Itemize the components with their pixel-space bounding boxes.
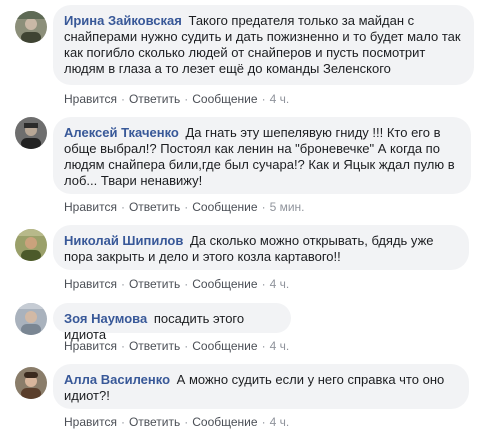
comment-author[interactable]: Зоя Наумова	[64, 311, 147, 326]
avatar[interactable]	[15, 303, 47, 335]
reply-link[interactable]: Ответить	[129, 339, 180, 353]
comment-timestamp[interactable]: 4 ч.	[270, 415, 290, 429]
comment-actions: Нравится · Ответить · Сообщение · 4 ч.	[64, 92, 290, 106]
comment-timestamp[interactable]: 5 мин.	[270, 200, 305, 214]
comment-timestamp[interactable]: 4 ч.	[270, 339, 290, 353]
reply-link[interactable]: Ответить	[129, 92, 180, 106]
comment-bubble: Алла Василенко А можно судить если у нег…	[53, 364, 469, 409]
comment-author[interactable]: Ирина Зайковская	[64, 13, 182, 28]
message-link[interactable]: Сообщение	[192, 200, 257, 214]
comment-bubble: Алексей Ткаченко Да гнать эту шепелявую …	[53, 117, 471, 194]
comment-author[interactable]: Алла Василенко	[64, 372, 170, 387]
comment-bubble: Зоя Наумова посадить этого идиота	[53, 303, 291, 342]
comment-author[interactable]: Алексей Ткаченко	[64, 125, 179, 140]
like-link[interactable]: Нравится	[64, 92, 117, 106]
comment-actions: Нравится · Ответить · Сообщение · 4 ч.	[64, 415, 290, 429]
reply-link[interactable]: Ответить	[129, 277, 180, 291]
message-link[interactable]: Сообщение	[192, 277, 257, 291]
comment-bubble: Николай Шипилов Да сколько можно открыва…	[53, 225, 469, 270]
avatar[interactable]	[15, 229, 47, 261]
like-link[interactable]: Нравится	[64, 277, 117, 291]
avatar[interactable]	[15, 11, 47, 43]
like-link[interactable]: Нравится	[64, 200, 117, 214]
reply-link[interactable]: Ответить	[129, 415, 180, 429]
avatar[interactable]	[15, 117, 47, 149]
reply-link[interactable]: Ответить	[129, 200, 180, 214]
like-link[interactable]: Нравится	[64, 339, 117, 353]
comment-timestamp[interactable]: 4 ч.	[270, 92, 290, 106]
comment-author[interactable]: Николай Шипилов	[64, 233, 183, 248]
avatar[interactable]	[15, 367, 47, 399]
message-link[interactable]: Сообщение	[192, 415, 257, 429]
message-link[interactable]: Сообщение	[192, 92, 257, 106]
comment-actions: Нравится · Ответить · Сообщение · 4 ч.	[64, 339, 290, 353]
comment-bubble: Ирина Зайковская Такого предателя только…	[53, 5, 474, 85]
like-link[interactable]: Нравится	[64, 415, 117, 429]
message-link[interactable]: Сообщение	[192, 339, 257, 353]
comment-timestamp[interactable]: 4 ч.	[270, 277, 290, 291]
comment-actions: Нравится · Ответить · Сообщение · 5 мин.	[64, 200, 305, 214]
comment-actions: Нравится · Ответить · Сообщение · 4 ч.	[64, 277, 290, 291]
